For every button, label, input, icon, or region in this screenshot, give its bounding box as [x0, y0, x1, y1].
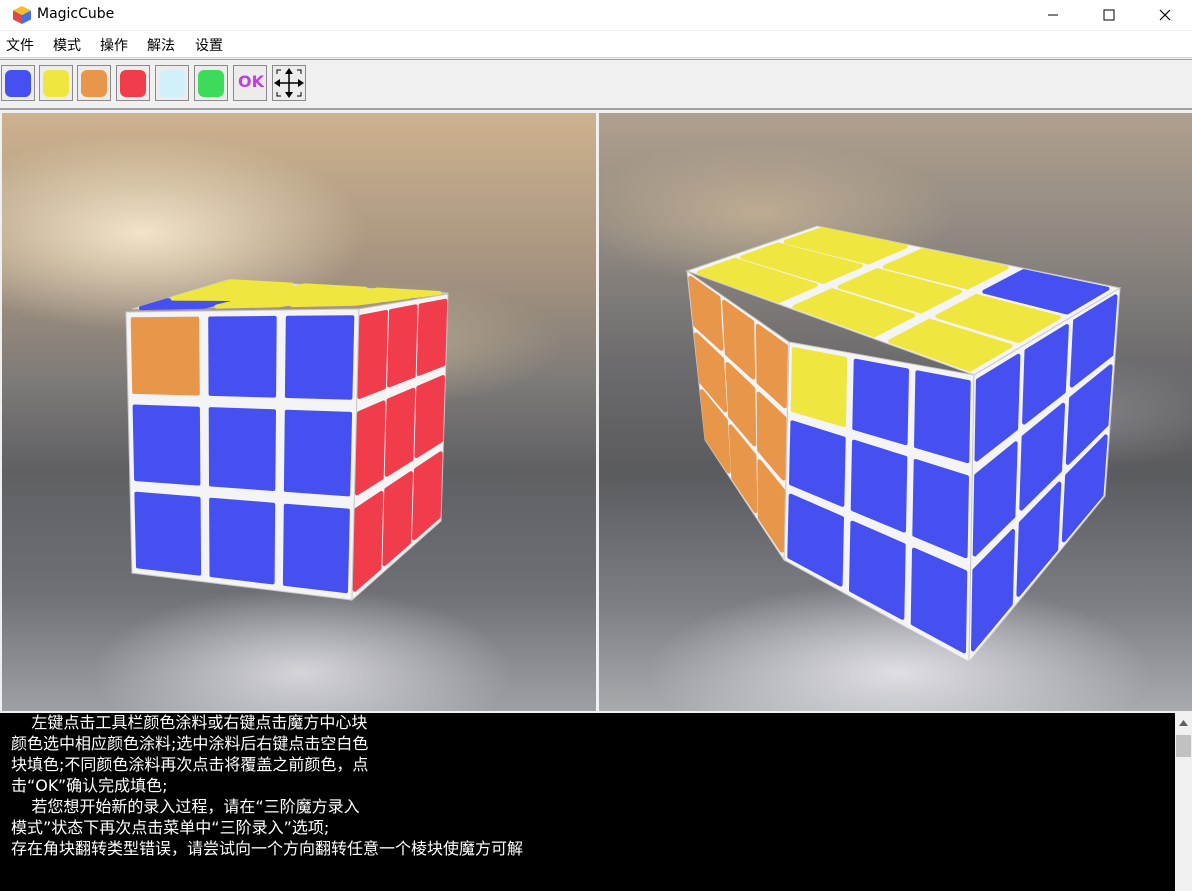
right-cube-front-sticker[interactable] [914, 370, 971, 464]
console-line: 击“OK”确认完成填色; [11, 776, 168, 795]
minimize-button[interactable] [1030, 0, 1076, 30]
move-button[interactable] [272, 65, 306, 101]
ok-label: OK [238, 72, 264, 91]
console-line: 模式”状态下再次点击菜单中“三阶录入”选项; [11, 818, 330, 837]
white-paint-button[interactable] [155, 65, 189, 101]
left-cube-viewport[interactable] [2, 113, 596, 711]
left-cube-front-sticker[interactable] [132, 404, 201, 486]
ok-button[interactable]: OK [233, 65, 267, 101]
left-cube-front-sticker[interactable] [282, 503, 350, 594]
console-line: 左键点击工具栏颜色涂料或右键点击魔方中心块 [11, 713, 368, 732]
red-swatch [120, 70, 146, 97]
left-cube-side-sticker[interactable] [384, 387, 416, 477]
white-swatch [159, 70, 185, 97]
console-line: 颜色选中相应颜色涂料;选中涂料后右键点击空白色 [11, 734, 369, 753]
scrollbar-thumb[interactable] [1176, 735, 1191, 757]
menu-mode[interactable]: 模式 [53, 35, 81, 55]
right-cube-viewport[interactable] [599, 113, 1192, 711]
menu-operate[interactable]: 操作 [100, 35, 128, 55]
move-arrows-icon [274, 68, 304, 98]
maximize-button[interactable] [1086, 0, 1132, 30]
left-cube-front-sticker[interactable] [208, 407, 276, 491]
left-cube-front-sticker[interactable] [208, 315, 277, 398]
left-cube-top-sticker[interactable] [350, 287, 442, 299]
menu-bar: 文件 模式 操作 解法 设置 [0, 31, 1192, 58]
blue-swatch [5, 70, 31, 97]
title-bar: MagicCube [0, 0, 1192, 30]
green-paint-button[interactable] [194, 65, 228, 101]
left-cube-side-sticker[interactable] [355, 400, 386, 496]
blue-paint-button[interactable] [1, 65, 35, 101]
menu-solve[interactable]: 解法 [147, 35, 175, 55]
left-cube-side-sticker[interactable] [387, 304, 418, 388]
green-swatch [198, 70, 224, 97]
console-output: 左键点击工具栏颜色涂料或右键点击魔方中心块 颜色选中相应颜色涂料;选中涂料后右键… [0, 713, 1175, 891]
left-cube-front-sticker[interactable] [134, 491, 202, 576]
app-logo-icon [13, 6, 31, 24]
window-title: MagicCube [37, 6, 115, 22]
left-cube-front-sticker[interactable] [209, 497, 276, 585]
console-line: 块填色;不同颜色涂料再次点击将覆盖之前颜色，点 [11, 755, 369, 774]
right-cube-front-sticker[interactable] [852, 358, 909, 446]
minimize-icon [1048, 14, 1058, 16]
menu-settings[interactable]: 设置 [195, 35, 223, 55]
console-line: 存在角块翻转类型错误，请尝试向一个方向翻转任意一个棱块使魔方可解 [11, 839, 524, 858]
close-icon [1159, 9, 1171, 21]
scroll-up-icon[interactable] [1175, 715, 1192, 732]
red-paint-button[interactable] [116, 65, 150, 101]
maximize-icon [1103, 9, 1115, 21]
left-cube-side-sticker[interactable] [416, 298, 448, 376]
left-cube-front-sticker[interactable] [283, 409, 353, 497]
console-line: 若您想开始新的录入过程，请在“三阶魔方录入 [11, 797, 360, 816]
right-cube-front-sticker[interactable] [790, 347, 848, 428]
orange-paint-button[interactable] [77, 65, 111, 101]
orange-swatch [81, 70, 107, 97]
left-cube[interactable] [2, 113, 596, 711]
menu-file[interactable]: 文件 [6, 35, 34, 55]
left-cube-side-sticker[interactable] [357, 310, 388, 399]
yellow-paint-button[interactable] [39, 65, 73, 101]
left-cube-front-sticker[interactable] [130, 316, 200, 396]
close-button[interactable] [1142, 0, 1188, 30]
left-cube-front-sticker[interactable] [284, 315, 355, 400]
console-scrollbar[interactable] [1175, 713, 1192, 891]
toolbar: OK [0, 59, 1192, 110]
right-cube[interactable] [599, 113, 1192, 711]
yellow-swatch [43, 70, 69, 97]
